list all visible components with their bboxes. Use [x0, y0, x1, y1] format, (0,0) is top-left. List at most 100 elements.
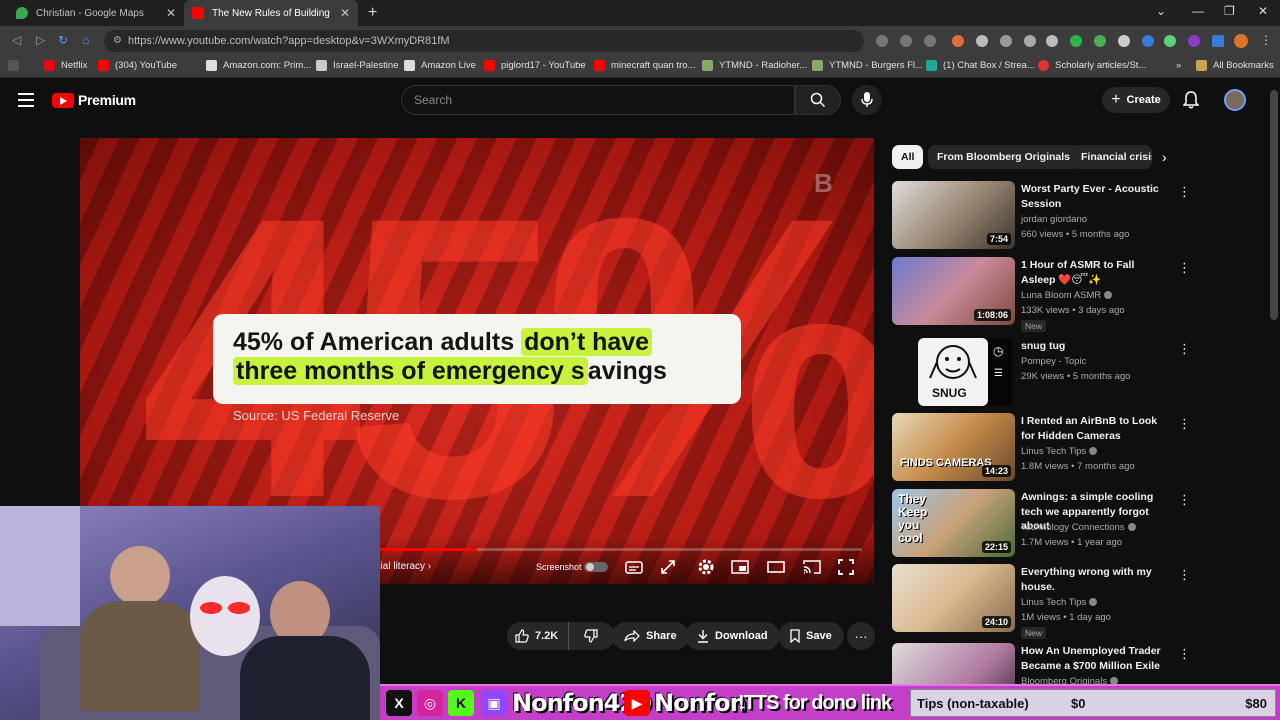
more-options-icon[interactable]: ⋮ [1178, 260, 1191, 276]
channel-name[interactable]: Pompey - Topic [1021, 356, 1086, 367]
notifications-button[interactable] [1182, 91, 1200, 114]
expand-button[interactable] [658, 557, 678, 577]
side-panel-icon[interactable] [1212, 35, 1224, 47]
more-options-icon[interactable]: ⋮ [1178, 184, 1191, 200]
bookmark-item[interactable]: minecraft quan tro... [594, 60, 695, 71]
menu-icon[interactable] [18, 93, 34, 107]
address-bar[interactable]: ⚙ https://www.youtube.com/watch?app=desk… [104, 30, 864, 52]
extension-icon[interactable] [1070, 35, 1082, 47]
channel-name[interactable]: jordan giordano [1021, 214, 1087, 225]
channel-name[interactable]: Technology Connections [1021, 522, 1136, 533]
extension-icon[interactable] [952, 35, 964, 47]
new-tab-button[interactable]: + [368, 4, 377, 22]
install-icon[interactable] [876, 35, 888, 47]
extension-icon[interactable] [1188, 35, 1200, 47]
more-actions-button[interactable]: ··· [847, 622, 875, 650]
home-icon[interactable]: ⌂ [82, 33, 89, 47]
list-item[interactable]: 1:08:06 1 Hour of ASMR to Fall Asleep ❤️… [892, 257, 1192, 332]
close-tab-icon[interactable]: ✕ [166, 6, 176, 20]
list-item[interactable]: 24:10 Everything wrong with my house. Li… [892, 564, 1192, 639]
video-thumbnail[interactable]: 7:54 [892, 181, 1015, 249]
video-thumbnail[interactable]: SNUG [918, 338, 988, 406]
subtitles-button[interactable] [624, 557, 644, 577]
maximize-button[interactable]: ❐ [1224, 4, 1235, 18]
search-input[interactable]: Search [401, 85, 795, 115]
dislike-button[interactable] [569, 622, 613, 650]
share-button[interactable]: Share [612, 622, 689, 650]
all-bookmarks[interactable]: All Bookmarks [1196, 60, 1274, 71]
tab-google-maps[interactable]: Christian - Google Maps ✕ [8, 0, 184, 26]
theater-mode-button[interactable] [766, 557, 786, 577]
list-item[interactable]: 7:54 Worst Party Ever - Acoustic Session… [892, 181, 1192, 251]
bookmark-item[interactable]: (304) YouTube [98, 60, 177, 71]
bookmark-item[interactable]: Netflix [44, 60, 87, 71]
list-item[interactable]: SNUG ◷ ☰ snug tug Pompey - Topic 29K vie… [892, 338, 1192, 408]
add-to-queue-icon[interactable]: ☰ [994, 368, 1003, 379]
bookmark-item[interactable]: Amazon.com: Prim... [206, 60, 311, 71]
more-options-icon[interactable]: ⋮ [1178, 646, 1191, 662]
tab-youtube-video[interactable]: The New Rules of Building Wealth ✕ [184, 0, 358, 26]
bookmark-item[interactable]: YTMND - Radioher... [702, 60, 807, 71]
more-options-icon[interactable]: ⋮ [1178, 341, 1191, 357]
cast-button[interactable] [802, 557, 822, 577]
video-thumbnail[interactable]: 24:10 [892, 564, 1015, 632]
extension-icon[interactable] [1000, 35, 1012, 47]
search-button[interactable] [795, 85, 841, 115]
save-button[interactable]: Save [778, 622, 844, 650]
video-thumbnail[interactable]: 1:08:06 [892, 257, 1015, 325]
profile-icon[interactable] [1234, 34, 1248, 48]
bookmark-item[interactable]: Scholarly articles/St... [1038, 60, 1146, 71]
list-item[interactable]: FINDS CAMERAS 14:23 I Rented an AirBnB t… [892, 413, 1192, 483]
page-scrollbar[interactable] [1270, 90, 1278, 320]
voice-search-button[interactable] [852, 85, 882, 115]
youtube-logo[interactable]: Premium [52, 92, 136, 108]
bookmark-item[interactable]: Amazon Live [404, 60, 476, 71]
video-title[interactable]: How An Unemployed Trader Became a $700 M… [1021, 644, 1171, 673]
site-info-icon[interactable]: ⚙ [113, 35, 122, 46]
back-icon[interactable]: ◁ [12, 33, 21, 47]
extension-icon[interactable] [1046, 35, 1058, 47]
chrome-menu-icon[interactable]: ⋮ [1260, 33, 1272, 47]
bookmark-item[interactable]: (1) Chat Box / Strea... [926, 60, 1035, 71]
video-thumbnail[interactable]: They Keep you cool 22:15 [892, 489, 1015, 557]
more-options-icon[interactable]: ⋮ [1178, 416, 1191, 432]
share-icon[interactable] [900, 35, 912, 47]
video-title[interactable]: 1 Hour of ASMR to Fall Asleep ❤️😴✨ [1021, 258, 1171, 287]
minimize-button[interactable]: — [1192, 4, 1204, 18]
extension-icon[interactable] [1164, 35, 1176, 47]
bookmark-star-icon[interactable] [924, 35, 936, 47]
video-title[interactable]: I Rented an AirBnB to Look for Hidden Ca… [1021, 414, 1171, 443]
chevron-right-icon[interactable]: › [1162, 149, 1167, 165]
list-item[interactable]: They Keep you cool 22:15 Awnings: a simp… [892, 489, 1192, 559]
video-title[interactable]: Worst Party Ever - Acoustic Session [1021, 182, 1171, 211]
extension-icon[interactable] [976, 35, 988, 47]
channel-name[interactable]: Luna Bloom ASMR [1021, 290, 1113, 301]
more-options-icon[interactable]: ⋮ [1178, 492, 1191, 508]
video-title[interactable]: Everything wrong with my house. [1021, 565, 1171, 594]
bookmark-item[interactable]: Israel-Palestine [316, 60, 398, 71]
avatar[interactable] [1224, 89, 1246, 111]
miniplayer-button[interactable] [730, 557, 750, 577]
close-tab-icon[interactable]: ✕ [340, 6, 350, 20]
download-button[interactable]: Download [685, 622, 780, 650]
watch-later-icon[interactable]: ◷ [993, 344, 1003, 358]
extension-icon[interactable] [1024, 35, 1036, 47]
screenshot-toggle[interactable] [584, 562, 608, 572]
chip-all[interactable]: All [892, 145, 924, 169]
extension-icon[interactable] [1118, 35, 1130, 47]
channel-name[interactable]: Linus Tech Tips [1021, 597, 1098, 608]
video-thumbnail[interactable]: FINDS CAMERAS 14:23 [892, 413, 1015, 481]
close-window-button[interactable]: ✕ [1258, 4, 1268, 18]
more-bookmarks-icon[interactable]: » [1176, 60, 1181, 71]
bookmark-item[interactable]: piglord17 - YouTube [484, 60, 586, 71]
tab-search-icon[interactable]: ⌄ [1156, 4, 1166, 18]
reload-icon[interactable]: ↻ [58, 33, 68, 47]
create-button[interactable]: + Create [1102, 87, 1170, 113]
fullscreen-button[interactable] [836, 557, 856, 577]
bookmark-item[interactable] [8, 60, 25, 71]
channel-name[interactable]: Linus Tech Tips [1021, 446, 1098, 457]
chip-financial-crisis[interactable]: Financial crisis [1072, 145, 1152, 169]
more-options-icon[interactable]: ⋮ [1178, 567, 1191, 583]
extension-icon[interactable] [1142, 35, 1154, 47]
forward-icon[interactable]: ▷ [36, 33, 45, 47]
